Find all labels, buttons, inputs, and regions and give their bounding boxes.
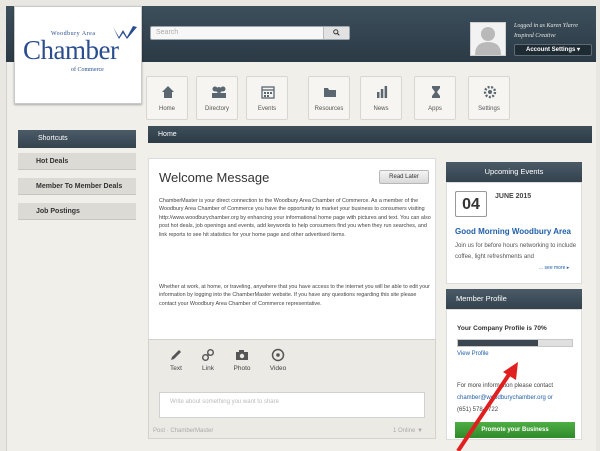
play-icon [271, 348, 285, 362]
view-profile-link[interactable]: View Profile [457, 351, 489, 357]
composer-footer-left: Post · ChamberMaster [153, 428, 214, 434]
welcome-paragraph-1: ChamberMaster is your direct connection … [159, 198, 431, 238]
gear-icon [483, 85, 497, 99]
nav-events[interactable]: Events [246, 76, 288, 120]
nav-apps[interactable]: Apps [414, 76, 456, 120]
profile-progress-bar [457, 339, 573, 347]
upcoming-events-panel: 04 JUNE 2015 Good Morning Woodbury Area … [446, 182, 582, 284]
account-settings-button[interactable]: Account Settings ▾ [514, 44, 592, 56]
nav-directory[interactable]: Directory [196, 76, 238, 120]
photo-tool[interactable]: Photo [227, 348, 257, 372]
tool-label: Link [202, 365, 214, 372]
camera-icon [236, 350, 248, 360]
nav-home[interactable]: Home [146, 76, 188, 120]
shortcuts-header[interactable]: Shortcuts [18, 130, 136, 148]
tool-label: Video [269, 365, 287, 372]
nav-label: Resources [314, 106, 344, 112]
hourglass-icon [432, 86, 440, 98]
post-composer: Text Link Photo Video Write about someth… [148, 339, 436, 439]
people-icon [212, 86, 226, 98]
event-month: JUNE 2015 [495, 193, 532, 200]
avatar[interactable] [470, 22, 506, 56]
read-later-button[interactable]: Read Later [379, 170, 429, 184]
profile-completion-text: Your Company Profile is 70% [457, 325, 547, 332]
video-tool[interactable]: Video [263, 348, 293, 372]
folder-icon [324, 88, 336, 97]
see-more-link[interactable]: ... see more ▸ [539, 265, 569, 271]
news-icon [377, 86, 388, 98]
welcome-paragraph-2: Whether at work, at home, or traveling, … [159, 284, 430, 307]
text-tool[interactable]: Text [161, 348, 191, 372]
main-nav: Home Directory Events Resources News App… [146, 76, 526, 120]
breadcrumb: Home [148, 126, 592, 143]
post-input[interactable]: Write about something you want to share [159, 392, 425, 418]
event-day: 04 [455, 191, 487, 217]
calendar-icon [261, 86, 275, 99]
nav-label: Events [257, 106, 277, 112]
link-icon [202, 349, 214, 361]
nav-label: Directory [204, 106, 229, 112]
nav-label: Apps [428, 106, 442, 112]
nav-settings[interactable]: Settings [468, 76, 510, 120]
chamber-logo[interactable]: Woodbury Area Chamber of Commerce [14, 6, 142, 104]
event-title-link[interactable]: Good Morning Woodbury Area [455, 227, 571, 236]
user-status: Inspired Creative [514, 33, 556, 39]
profile-progress-fill [458, 340, 538, 346]
visibility-dropdown[interactable]: 1 Online ▼ [393, 428, 423, 434]
tool-label: Photo [233, 365, 251, 372]
search-placeholder: Search [156, 29, 179, 36]
search-input[interactable]: Search [150, 26, 350, 40]
sidebar-item-hot-deals[interactable]: Hot Deals [18, 153, 136, 170]
welcome-title: Welcome Message [159, 170, 270, 185]
pencil-icon [171, 350, 181, 360]
logo-sub-text: of Commerce [71, 67, 104, 73]
nav-label: News [373, 106, 389, 112]
logo-main-text: Chamber [23, 35, 119, 65]
member-profile-header: Member Profile [446, 289, 582, 309]
search-button[interactable] [323, 27, 349, 39]
post-placeholder: Write about something you want to share [170, 399, 279, 405]
nav-label: Home [158, 106, 175, 112]
upcoming-events-header: Upcoming Events [446, 162, 582, 182]
user-silhouette-icon [471, 23, 505, 55]
event-description: Join us for before hours networking to i… [455, 243, 577, 260]
link-tool[interactable]: Link [193, 348, 223, 372]
sidebar-item-member-deals[interactable]: Member To Member Deals [18, 178, 136, 195]
nav-label: Settings [478, 106, 500, 112]
nav-resources[interactable]: Resources [308, 76, 350, 120]
annotation-arrow [456, 362, 518, 451]
tool-label: Text [170, 365, 182, 372]
sidebar-item-job-postings[interactable]: Job Postings [18, 203, 136, 220]
logged-in-text: Logged in as Karen Ylarre [514, 23, 578, 29]
home-icon [162, 86, 174, 98]
nav-news[interactable]: News [360, 76, 402, 120]
search-icon [333, 29, 340, 36]
